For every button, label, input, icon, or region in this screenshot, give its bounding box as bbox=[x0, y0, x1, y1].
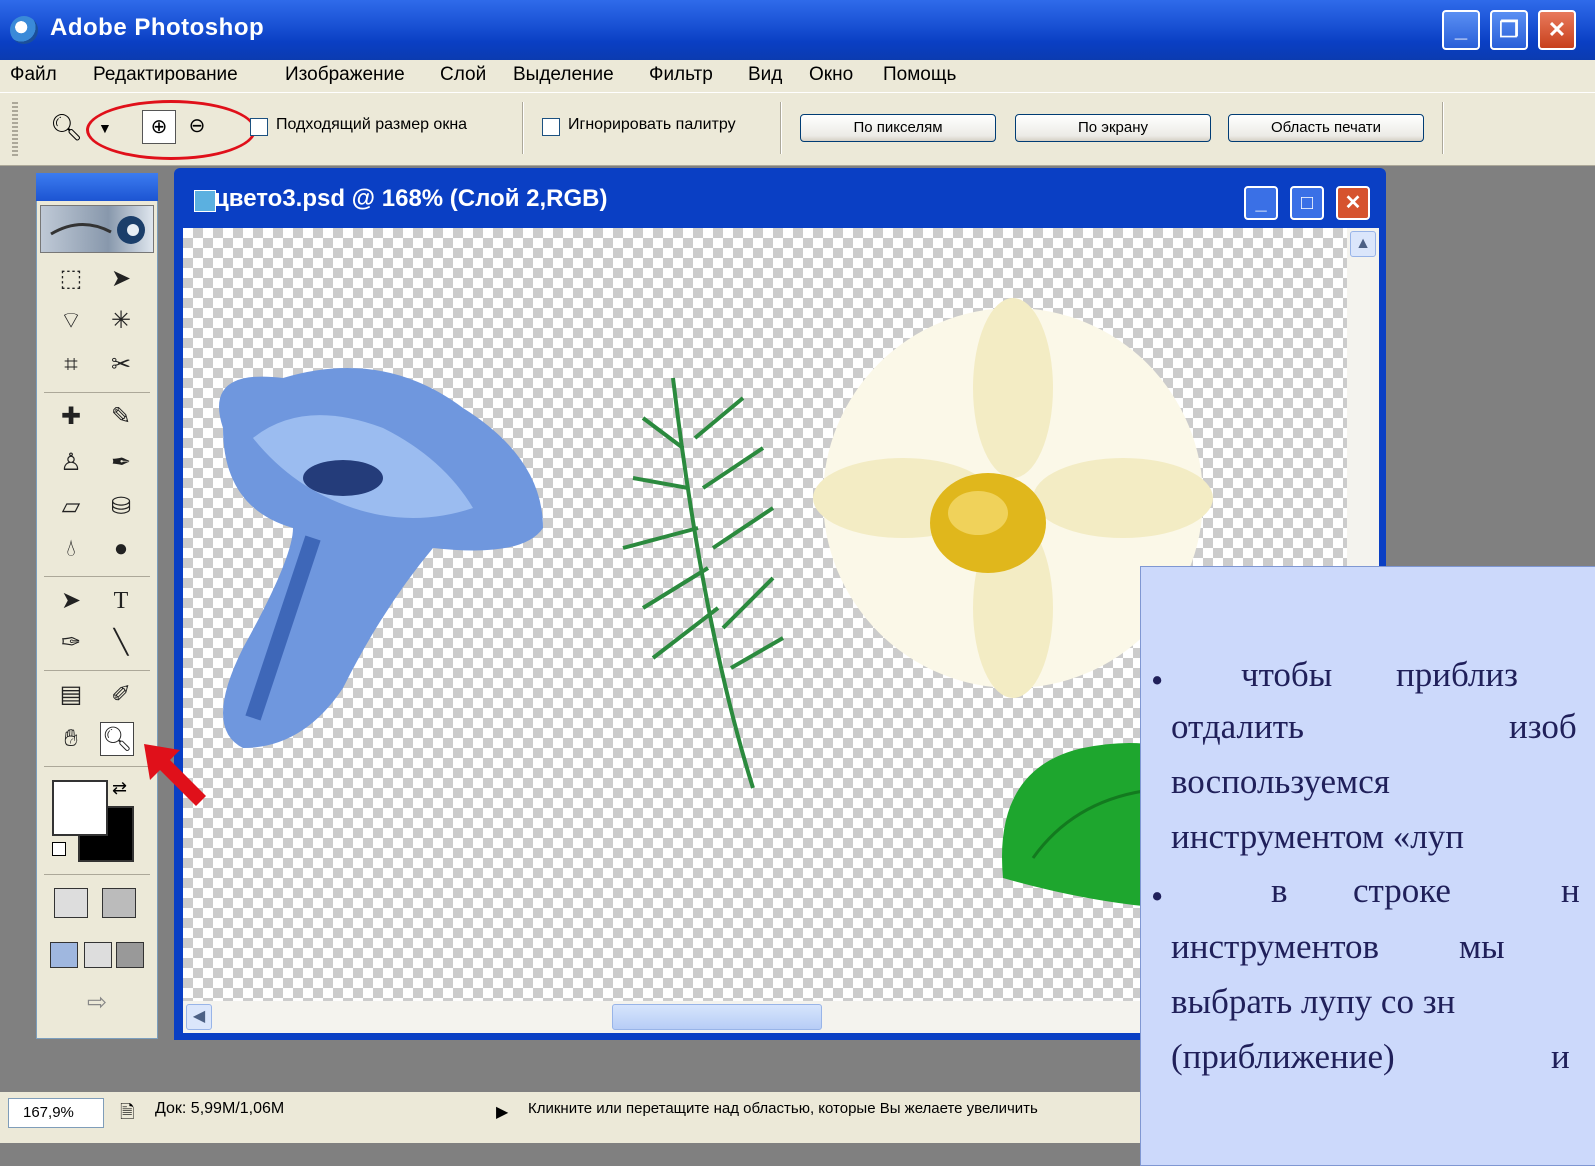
eyedropper-icon[interactable]: ✐ bbox=[104, 678, 138, 712]
options-grip[interactable] bbox=[12, 102, 18, 158]
menu-filter[interactable]: Фильтр bbox=[649, 64, 713, 86]
menu-help[interactable]: Помощь bbox=[883, 64, 956, 86]
bullet: • bbox=[1151, 661, 1164, 700]
screen-mode-full-icon[interactable] bbox=[116, 942, 144, 968]
tool-separator bbox=[44, 670, 150, 671]
explanation-callout: • чтобы приблиз отдалить изоб воспользуе… bbox=[1140, 566, 1595, 1166]
path-select-icon[interactable]: ➤ bbox=[54, 584, 88, 618]
fit-window-label: Подходящий размер окна bbox=[276, 116, 468, 133]
menu-image[interactable]: Изображение bbox=[285, 64, 405, 86]
jump-to-imageready-icon[interactable]: ⇨ bbox=[54, 988, 140, 1024]
paint-bucket-icon[interactable]: ⛁ bbox=[104, 490, 138, 524]
brush-icon[interactable]: ✎ bbox=[104, 400, 138, 434]
menu-file[interactable]: Файл bbox=[10, 64, 57, 86]
tools-palette-titlebar[interactable] bbox=[36, 173, 158, 201]
callout-text: в bbox=[1271, 871, 1288, 910]
doc-maximize-button[interactable]: □ bbox=[1290, 186, 1324, 220]
swap-colors-icon[interactable]: ⇄ bbox=[112, 778, 127, 799]
callout-text: и bbox=[1551, 1037, 1570, 1076]
eraser-icon[interactable]: ▱ bbox=[54, 490, 88, 524]
screen-mode-standard-icon[interactable] bbox=[50, 942, 78, 968]
callout-text: н bbox=[1561, 871, 1580, 910]
stamp-icon[interactable]: ♙ bbox=[54, 446, 88, 480]
blue-flower-illustration bbox=[219, 368, 543, 748]
doc-close-button[interactable]: ✕ bbox=[1336, 186, 1370, 220]
crop-icon[interactable]: ⌗ bbox=[54, 348, 88, 382]
zoom-icon[interactable]: 🔍︎ bbox=[100, 722, 134, 756]
line-icon[interactable]: ╲ bbox=[104, 626, 138, 660]
menu-layer[interactable]: Слой bbox=[440, 64, 486, 86]
zoom-level-field[interactable]: 167,9% bbox=[8, 1098, 104, 1128]
marquee-icon[interactable]: ⬚ bbox=[54, 262, 88, 296]
callout-text: изоб bbox=[1509, 707, 1577, 746]
notes-icon[interactable]: ▤ bbox=[54, 678, 88, 712]
type-icon[interactable]: T bbox=[104, 584, 138, 618]
magic-wand-icon[interactable]: ✳ bbox=[104, 304, 138, 338]
callout-text: инструментом «луп bbox=[1171, 817, 1464, 856]
slice-icon[interactable]: ✂ bbox=[104, 348, 138, 382]
status-hint: Кликните или перетащите над областью, ко… bbox=[528, 1100, 1038, 1117]
bullet: • bbox=[1151, 877, 1164, 916]
callout-text: инструментов bbox=[1171, 927, 1380, 966]
photoshop-logo-icon bbox=[10, 16, 38, 44]
menu-edit[interactable]: Редактирование bbox=[93, 64, 238, 86]
menu-select[interactable]: Выделение bbox=[513, 64, 614, 86]
standard-mode-icon[interactable] bbox=[54, 888, 88, 918]
close-button[interactable]: ✕ bbox=[1538, 10, 1576, 50]
dodge-icon[interactable]: ● bbox=[104, 532, 138, 566]
callout-text: воспользуемся bbox=[1171, 762, 1390, 801]
print-size-button[interactable]: Область печати bbox=[1228, 114, 1424, 142]
app-title: Adobe Photoshop bbox=[50, 14, 265, 41]
lasso-icon[interactable]: ⌔ bbox=[54, 304, 88, 338]
scroll-left-arrow-icon[interactable]: ◀ bbox=[186, 1004, 212, 1030]
minimize-button[interactable]: _ bbox=[1442, 10, 1480, 50]
healing-brush-icon[interactable]: ✚ bbox=[54, 400, 88, 434]
adobe-feather-logo[interactable] bbox=[40, 205, 154, 253]
tool-separator bbox=[44, 576, 150, 577]
quick-mask-icon[interactable] bbox=[102, 888, 136, 918]
options-divider bbox=[1442, 102, 1443, 154]
default-colors-icon[interactable] bbox=[52, 842, 66, 856]
ignore-palettes-label: Игнорировать палитру bbox=[568, 116, 736, 133]
menu-bar bbox=[0, 60, 1595, 92]
document-size: Док: 5,99М/1,06М bbox=[155, 1100, 285, 1117]
tool-separator bbox=[44, 874, 150, 875]
options-divider bbox=[780, 102, 781, 154]
fit-window-checkbox[interactable] bbox=[250, 118, 268, 136]
options-divider bbox=[522, 102, 523, 154]
horizontal-scroll-thumb[interactable] bbox=[612, 1004, 822, 1030]
red-arrow-pointer bbox=[144, 744, 206, 806]
foreground-color-swatch[interactable] bbox=[52, 780, 108, 836]
move-icon[interactable]: ➤ bbox=[104, 262, 138, 296]
callout-text: приблиз bbox=[1396, 655, 1518, 694]
ignore-palettes-checkbox[interactable] bbox=[542, 118, 560, 136]
callout-text: мы bbox=[1459, 927, 1505, 966]
document-title: цвето3.psd @ 168% (Слой 2,RGB) bbox=[214, 185, 608, 212]
callout-text: чтобы bbox=[1241, 655, 1333, 694]
menu-view[interactable]: Вид bbox=[748, 64, 782, 86]
document-icon bbox=[194, 190, 216, 212]
green-sprig-illustration bbox=[622, 377, 784, 789]
history-brush-icon[interactable]: ✒ bbox=[104, 446, 138, 480]
callout-text: строке bbox=[1353, 871, 1451, 910]
tool-separator bbox=[44, 392, 150, 393]
actual-pixels-button[interactable]: По пикселям bbox=[800, 114, 996, 142]
doc-minimize-button[interactable]: _ bbox=[1244, 186, 1278, 220]
callout-text: (приближение) bbox=[1171, 1037, 1395, 1076]
hand-icon[interactable]: ✋︎ bbox=[54, 722, 88, 756]
blur-icon[interactable]: 💧︎ bbox=[54, 532, 88, 566]
restore-button[interactable]: ❐ bbox=[1490, 10, 1528, 50]
screen-mode-full-menu-icon[interactable] bbox=[84, 942, 112, 968]
zoom-tool-preset-icon[interactable]: 🔍︎ bbox=[50, 112, 83, 143]
fit-screen-button[interactable]: По экрану bbox=[1015, 114, 1211, 142]
callout-text: выбрать лупу со зн bbox=[1171, 982, 1456, 1021]
scroll-up-arrow-icon[interactable]: ▲ bbox=[1350, 231, 1376, 257]
status-menu-arrow-icon[interactable]: ▶ bbox=[496, 1102, 508, 1122]
pen-icon[interactable]: ✑ bbox=[54, 626, 88, 660]
document-info-icon[interactable]: 🗎︎ bbox=[120, 1100, 134, 1130]
zoom-mode-highlight-ellipse bbox=[86, 100, 256, 160]
menu-window[interactable]: Окно bbox=[809, 64, 853, 86]
callout-text: отдалить bbox=[1171, 707, 1304, 746]
tool-separator bbox=[44, 766, 150, 767]
